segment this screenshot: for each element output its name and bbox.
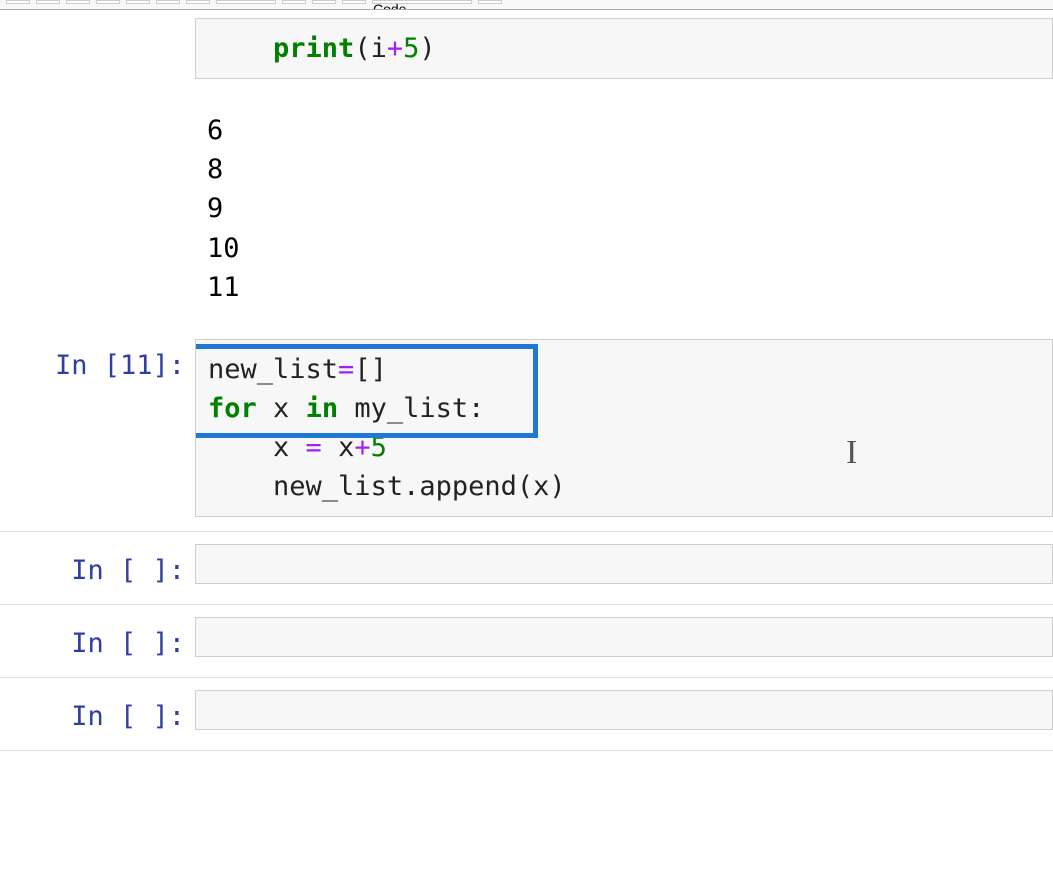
save-button[interactable] xyxy=(6,0,30,4)
code-line: x = x+5 xyxy=(208,428,1040,467)
celltype-select[interactable]: Code xyxy=(372,0,472,4)
notebook-area: print(i+5)6 8 9 10 11In [11]:new_list=[]… xyxy=(0,10,1053,751)
restart-button[interactable] xyxy=(312,0,336,4)
cell: In [ ]: xyxy=(0,536,1053,598)
code-line: for x in my_list: xyxy=(208,389,1040,428)
code-line: new_list.append(x) xyxy=(208,467,1040,506)
stop-button[interactable] xyxy=(282,0,306,4)
code-input[interactable] xyxy=(195,690,1053,730)
run-button[interactable] xyxy=(216,0,276,4)
move-down-button[interactable] xyxy=(186,0,210,4)
code-input[interactable] xyxy=(195,544,1053,584)
prompt-label xyxy=(0,18,195,26)
add-cell-button[interactable] xyxy=(36,0,60,4)
cell-separator xyxy=(0,677,1053,678)
prompt-label: In [11]: xyxy=(0,339,195,385)
code-line: new_list=[] xyxy=(208,350,1040,389)
prompt-label: In [ ]: xyxy=(0,544,195,590)
cell: In [ ]: xyxy=(0,609,1053,671)
command-palette-button[interactable] xyxy=(478,0,502,4)
code-input[interactable] xyxy=(195,617,1053,657)
copy-button[interactable] xyxy=(96,0,120,4)
cell-separator xyxy=(0,750,1053,751)
cell: In [ ]: xyxy=(0,682,1053,744)
paste-button[interactable] xyxy=(126,0,150,4)
move-up-button[interactable] xyxy=(156,0,180,4)
cell: 6 8 9 10 11 xyxy=(0,93,1053,325)
cell-separator xyxy=(0,531,1053,532)
cell: In [11]:new_list=[]for x in my_list: x =… xyxy=(0,331,1053,526)
prompt-label: In [ ]: xyxy=(0,690,195,736)
restart-run-button[interactable] xyxy=(342,0,366,4)
code-input[interactable]: new_list=[]for x in my_list: x = x+5 new… xyxy=(195,339,1053,518)
code-input[interactable]: print(i+5) xyxy=(195,18,1053,79)
output-text: 6 8 9 10 11 xyxy=(195,101,1053,317)
prompt-label xyxy=(0,101,195,109)
cut-button[interactable] xyxy=(66,0,90,4)
cell: print(i+5) xyxy=(0,10,1053,87)
toolbar: Code xyxy=(0,0,1053,10)
prompt-label: In [ ]: xyxy=(0,617,195,663)
code-line: print(i+5) xyxy=(208,29,1040,68)
cell-separator xyxy=(0,604,1053,605)
